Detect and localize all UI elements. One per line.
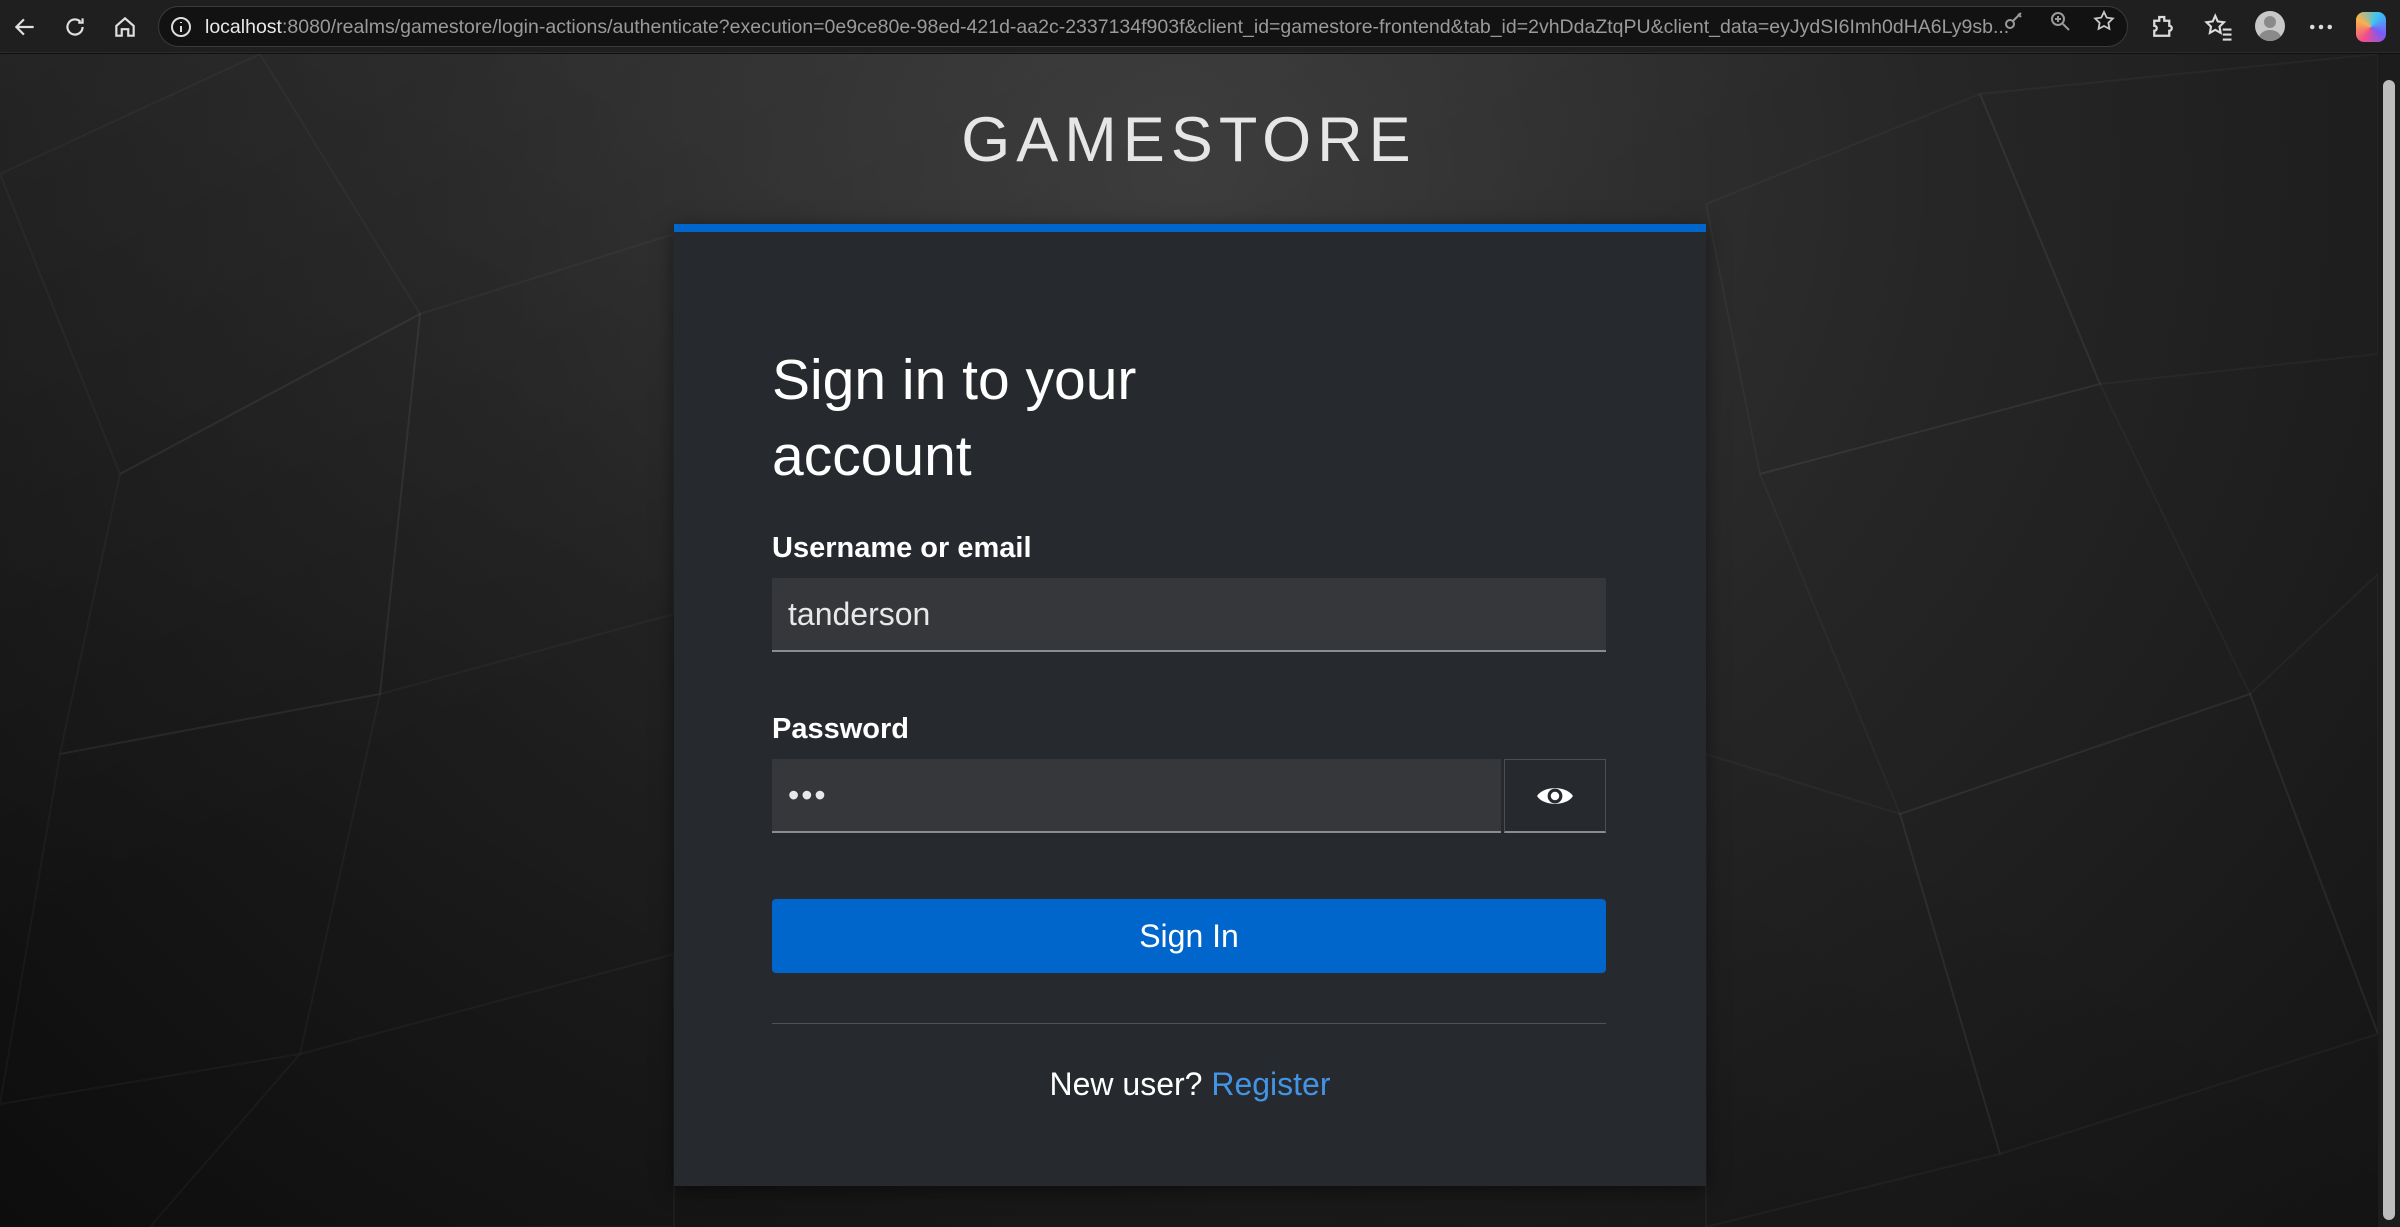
show-password-button[interactable] <box>1504 759 1606 833</box>
login-card: Sign in to your account Username or emai… <box>674 224 1706 1186</box>
star-icon[interactable] <box>2092 9 2116 33</box>
username-input[interactable] <box>772 578 1606 652</box>
register-link[interactable]: Register <box>1211 1066 1330 1102</box>
zoom-icon[interactable] <box>2048 9 2072 33</box>
password-input[interactable] <box>772 759 1501 833</box>
home-button[interactable] <box>106 8 144 46</box>
copilot-icon[interactable] <box>2356 12 2386 42</box>
key-icon[interactable] <box>2002 9 2026 33</box>
register-prompt: New user? Register <box>674 1066 1706 1103</box>
reload-icon <box>66 18 84 36</box>
info-icon[interactable] <box>169 15 193 39</box>
more-icon[interactable] <box>2306 12 2336 42</box>
browser-toolbar: localhost:8080/realms/gamestore/login-ac… <box>0 0 2400 53</box>
page-scrollbar[interactable] <box>2378 54 2400 1227</box>
profile-avatar[interactable] <box>2255 11 2285 41</box>
scrollbar-thumb[interactable] <box>2383 80 2395 1220</box>
url-host: localhost <box>205 16 282 38</box>
divider <box>772 1023 1606 1024</box>
url-text[interactable]: localhost:8080/realms/gamestore/login-ac… <box>205 7 2105 48</box>
new-user-text: New user? <box>1049 1066 1203 1102</box>
extensions-icon[interactable] <box>2148 12 2178 42</box>
page-title: Sign in to your account <box>772 348 1137 488</box>
favorites-icon[interactable] <box>2204 12 2234 42</box>
eye-icon <box>1537 787 1573 804</box>
password-label: Password <box>772 713 909 745</box>
address-bar[interactable]: localhost:8080/realms/gamestore/login-ac… <box>158 6 2128 47</box>
username-label: Username or email <box>772 532 1032 564</box>
back-icon <box>14 18 34 36</box>
brand-header: GAMESTORE <box>961 105 1417 175</box>
reload-button[interactable] <box>56 8 94 46</box>
home-icon <box>115 16 135 37</box>
back-button[interactable] <box>6 8 44 46</box>
url-path: :8080/realms/gamestore/login-actions/aut… <box>281 16 2010 38</box>
sign-in-button[interactable]: Sign In <box>772 899 1606 973</box>
